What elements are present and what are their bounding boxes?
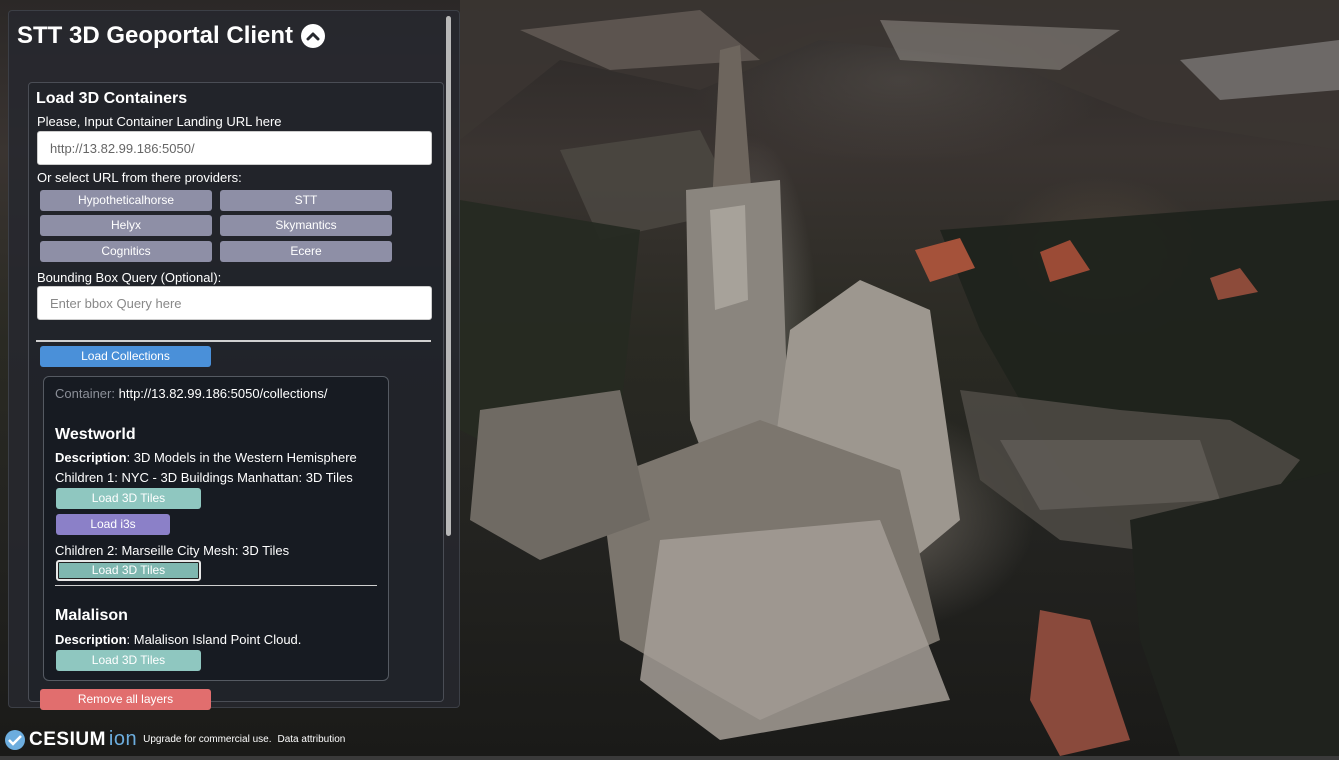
cesium-logo-text: CESIUM xyxy=(29,728,106,750)
data-attribution-link[interactable]: Data attribution xyxy=(278,734,346,745)
bbox-label: Bounding Box Query (Optional): xyxy=(37,270,222,285)
child-1-text: Children 1: NYC - 3D Buildings Manhattan… xyxy=(55,470,353,485)
container-info: Container: http://13.82.99.186:5050/coll… xyxy=(55,386,328,401)
load-containers-title: Load 3D Containers xyxy=(36,90,188,107)
description-text: : 3D Models in the Western Hemisphere xyxy=(126,450,357,465)
load-3d-tiles-button-marseille[interactable]: Load 3D Tiles xyxy=(56,560,201,581)
chevron-up-circle-icon[interactable] xyxy=(301,24,326,48)
collection-name-westworld: Westworld xyxy=(55,426,136,443)
upgrade-link[interactable]: Upgrade for commercial use. xyxy=(143,734,271,745)
provider-button-stt[interactable]: STT xyxy=(220,190,392,211)
collection-description-malalison: Description: Malalison Island Point Clou… xyxy=(55,632,301,647)
app-title: STT 3D Geoportal Client xyxy=(17,22,326,50)
collection-separator xyxy=(55,585,377,586)
provider-button-hypotheticalhorse[interactable]: Hypotheticalhorse xyxy=(40,190,212,211)
load-3d-tiles-button-malalison[interactable]: Load 3D Tiles xyxy=(56,650,201,671)
provider-button-cognitics[interactable]: Cognitics xyxy=(40,241,212,262)
collection-description: Description: 3D Models in the Western He… xyxy=(55,450,357,465)
container-url: http://13.82.99.186:5050/collections/ xyxy=(118,386,328,401)
collection-name-malalison: Malalison xyxy=(55,607,128,624)
provider-button-ecere[interactable]: Ecere xyxy=(220,241,392,262)
container-url-input[interactable] xyxy=(37,131,432,165)
section-divider xyxy=(36,340,431,342)
cesium-ion-logo[interactable]: CESIUM ion xyxy=(4,728,137,751)
provider-button-helyx[interactable]: Helyx xyxy=(40,215,212,236)
cesium-logo-icon xyxy=(5,729,25,750)
providers-label: Or select URL from there providers: xyxy=(37,170,242,185)
description-label: Description xyxy=(55,632,127,647)
description-label: Description xyxy=(55,450,127,465)
bbox-query-input[interactable] xyxy=(37,286,432,320)
viewer-bottom-bar xyxy=(0,756,1339,760)
child-2-text: Children 2: Marseille City Mesh: 3D Tile… xyxy=(55,543,290,558)
cesium-logo-suffix: ion xyxy=(108,728,138,750)
remove-all-layers-button[interactable]: Remove all layers xyxy=(40,689,211,710)
panel-scrollbar[interactable] xyxy=(446,16,451,536)
cesium-credit: CESIUM ion Upgrade for commercial use. D… xyxy=(4,728,345,751)
container-label: Container: xyxy=(55,386,115,401)
url-label: Please, Input Container Landing URL here xyxy=(37,114,282,129)
load-3d-tiles-button[interactable]: Load 3D Tiles xyxy=(56,488,201,509)
load-i3s-button[interactable]: Load i3s xyxy=(56,514,170,535)
provider-button-skymantics[interactable]: Skymantics xyxy=(220,215,392,236)
description-text: : Malalison Island Point Cloud. xyxy=(126,632,302,647)
app-title-text: STT 3D Geoportal Client xyxy=(17,22,294,49)
load-collections-button[interactable]: Load Collections xyxy=(40,346,211,367)
